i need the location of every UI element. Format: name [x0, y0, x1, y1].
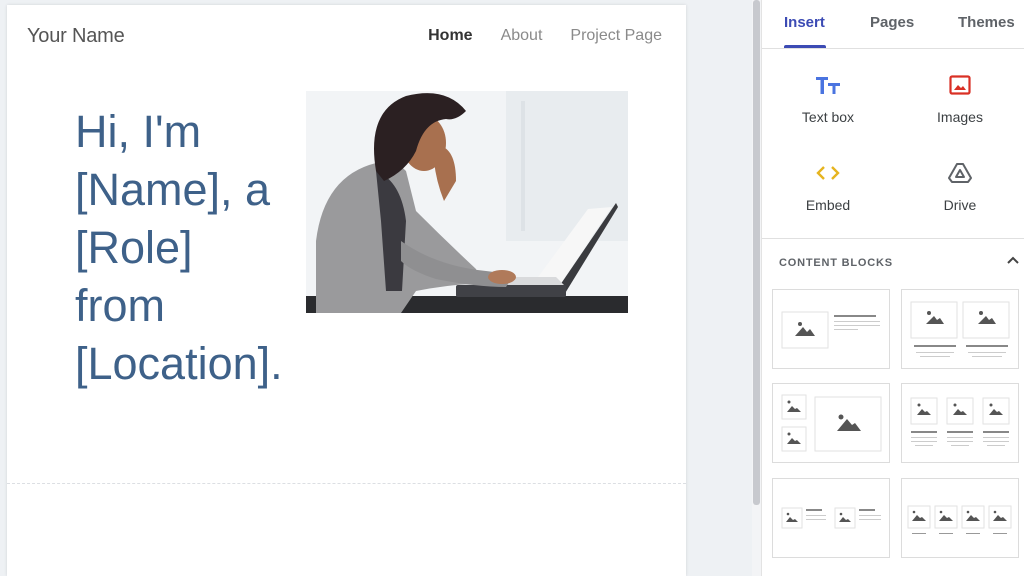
content-block-three-images-text[interactable] — [901, 383, 1019, 463]
text-box-icon — [768, 71, 888, 99]
insert-embed-label: Embed — [805, 197, 851, 213]
editor-canvas: Your Name Home About Project Page Hi, I'… — [0, 0, 752, 576]
embed-code-icon — [768, 159, 888, 187]
site-page-preview: Your Name Home About Project Page Hi, I'… — [7, 5, 686, 576]
nav-link-project-page[interactable]: Project Page — [570, 27, 662, 45]
hero-image-illustration — [306, 91, 628, 313]
site-header: Your Name Home About Project Page — [7, 5, 686, 69]
content-block-two-images-text[interactable] — [901, 289, 1019, 369]
content-block-gallery-large[interactable] — [772, 383, 890, 463]
tab-themes[interactable]: Themes — [958, 14, 1015, 31]
content-block-four-images-captions[interactable] — [901, 478, 1019, 558]
canvas-scrollbar-thumb[interactable] — [753, 0, 760, 505]
insert-panel: Insert Pages Themes Text box Images Embe… — [761, 0, 1024, 576]
drive-icon — [900, 159, 1020, 187]
content-block-image-left-text[interactable] — [772, 289, 890, 369]
hero-heading[interactable]: Hi, I'm [Name], a [Role] from [Location]… — [75, 103, 290, 393]
insert-images-label: Images — [937, 109, 983, 125]
site-nav: Home About Project Page — [428, 27, 662, 45]
section-divider — [7, 483, 686, 484]
panel-tabs: Insert Pages Themes — [762, 0, 1024, 49]
tab-pages[interactable]: Pages — [870, 14, 914, 31]
site-title[interactable]: Your Name — [27, 25, 125, 48]
chevron-up-icon[interactable] — [1005, 252, 1021, 268]
active-tab-indicator — [784, 45, 826, 48]
insert-text-box-label: Text box — [801, 109, 855, 125]
hero-image[interactable] — [306, 91, 628, 313]
insert-images-button[interactable]: Images — [900, 71, 1020, 125]
image-icon — [900, 71, 1020, 99]
insert-text-box-button[interactable]: Text box — [768, 71, 888, 125]
insert-drive-label: Drive — [943, 197, 977, 213]
tab-insert[interactable]: Insert — [784, 14, 825, 31]
nav-link-home[interactable]: Home — [428, 27, 472, 45]
nav-link-about[interactable]: About — [501, 27, 543, 45]
insert-embed-button[interactable]: Embed — [768, 159, 888, 213]
content-block-two-images-inline[interactable] — [772, 478, 890, 558]
content-blocks-header: CONTENT BLOCKS — [779, 257, 893, 269]
insert-drive-button[interactable]: Drive — [900, 159, 1020, 213]
insert-options: Text box Images Embed Drive — [762, 49, 1024, 239]
